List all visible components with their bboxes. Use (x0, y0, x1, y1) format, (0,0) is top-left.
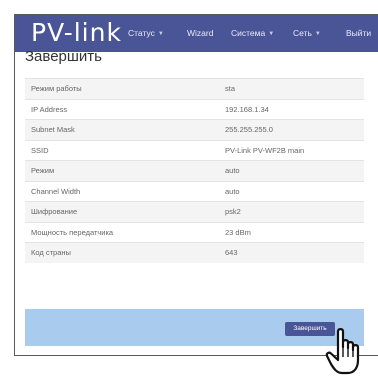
row-value: 255.255.255.0 (219, 119, 364, 140)
row-label: Режим (25, 160, 219, 181)
row-label: Шифрование (25, 201, 219, 222)
row-label: Код страны (25, 242, 219, 263)
nav-logout-link[interactable]: Выйти (346, 15, 371, 52)
table-row: Subnet Mask 255.255.255.0 (25, 119, 364, 140)
chevron-down-icon: ▼ (314, 31, 321, 37)
hand-pointer-icon (325, 328, 360, 375)
row-label: IP Address (25, 98, 219, 120)
logo: PV-link (31, 18, 122, 47)
nav-system-label: Система (231, 28, 266, 38)
row-label: SSID (25, 139, 219, 161)
table-row: Режим работы sta (25, 78, 364, 99)
row-value: 192.168.1.34 (219, 98, 364, 120)
summary-table: Режим работы sta IP Address 192.168.1.34… (25, 78, 364, 263)
table-row: IP Address 192.168.1.34 (25, 98, 364, 120)
row-value: psk2 (219, 201, 364, 222)
nav-wizard-link[interactable]: Wizard (187, 15, 213, 52)
row-label: Мощность передатчика (25, 221, 219, 243)
nav-status-menu[interactable]: Статус ▼ (128, 15, 164, 52)
table-row: Channel Width auto (25, 180, 364, 202)
row-value: 643 (219, 242, 364, 263)
top-navbar: PV-link Статус ▼ Wizard Система ▼ Сеть ▼ Вы… (15, 15, 378, 52)
nav-logout-label: Выйти (346, 28, 372, 38)
row-label: Channel Width (25, 180, 219, 202)
row-label: Subnet Mask (25, 119, 219, 140)
table-row: Код страны 643 (25, 242, 364, 263)
row-value: sta (219, 78, 364, 99)
row-label: Режим работы (25, 78, 219, 99)
nav-network-menu[interactable]: Сеть ▼ (293, 15, 321, 52)
chevron-down-icon: ▼ (268, 31, 275, 37)
table-row: Мощность передатчика 23 dBm (25, 221, 364, 243)
table-row: Шифрование psk2 (25, 201, 364, 222)
page-title: Завершить (25, 48, 102, 65)
row-value: 23 dBm (219, 221, 364, 243)
row-value: auto (219, 160, 364, 181)
nav-network-label: Сеть (293, 28, 312, 38)
nav-wizard-label: Wizard (187, 28, 214, 38)
nav-system-menu[interactable]: Система ▼ (231, 15, 274, 52)
row-value: auto (219, 180, 364, 202)
nav-status-label: Статус (128, 28, 155, 38)
table-row: SSID PV-Link PV-WF2B main (25, 139, 364, 161)
chevron-down-icon: ▼ (157, 31, 164, 37)
row-value: PV-Link PV-WF2B main (219, 139, 364, 161)
table-row: Режим auto (25, 160, 364, 181)
